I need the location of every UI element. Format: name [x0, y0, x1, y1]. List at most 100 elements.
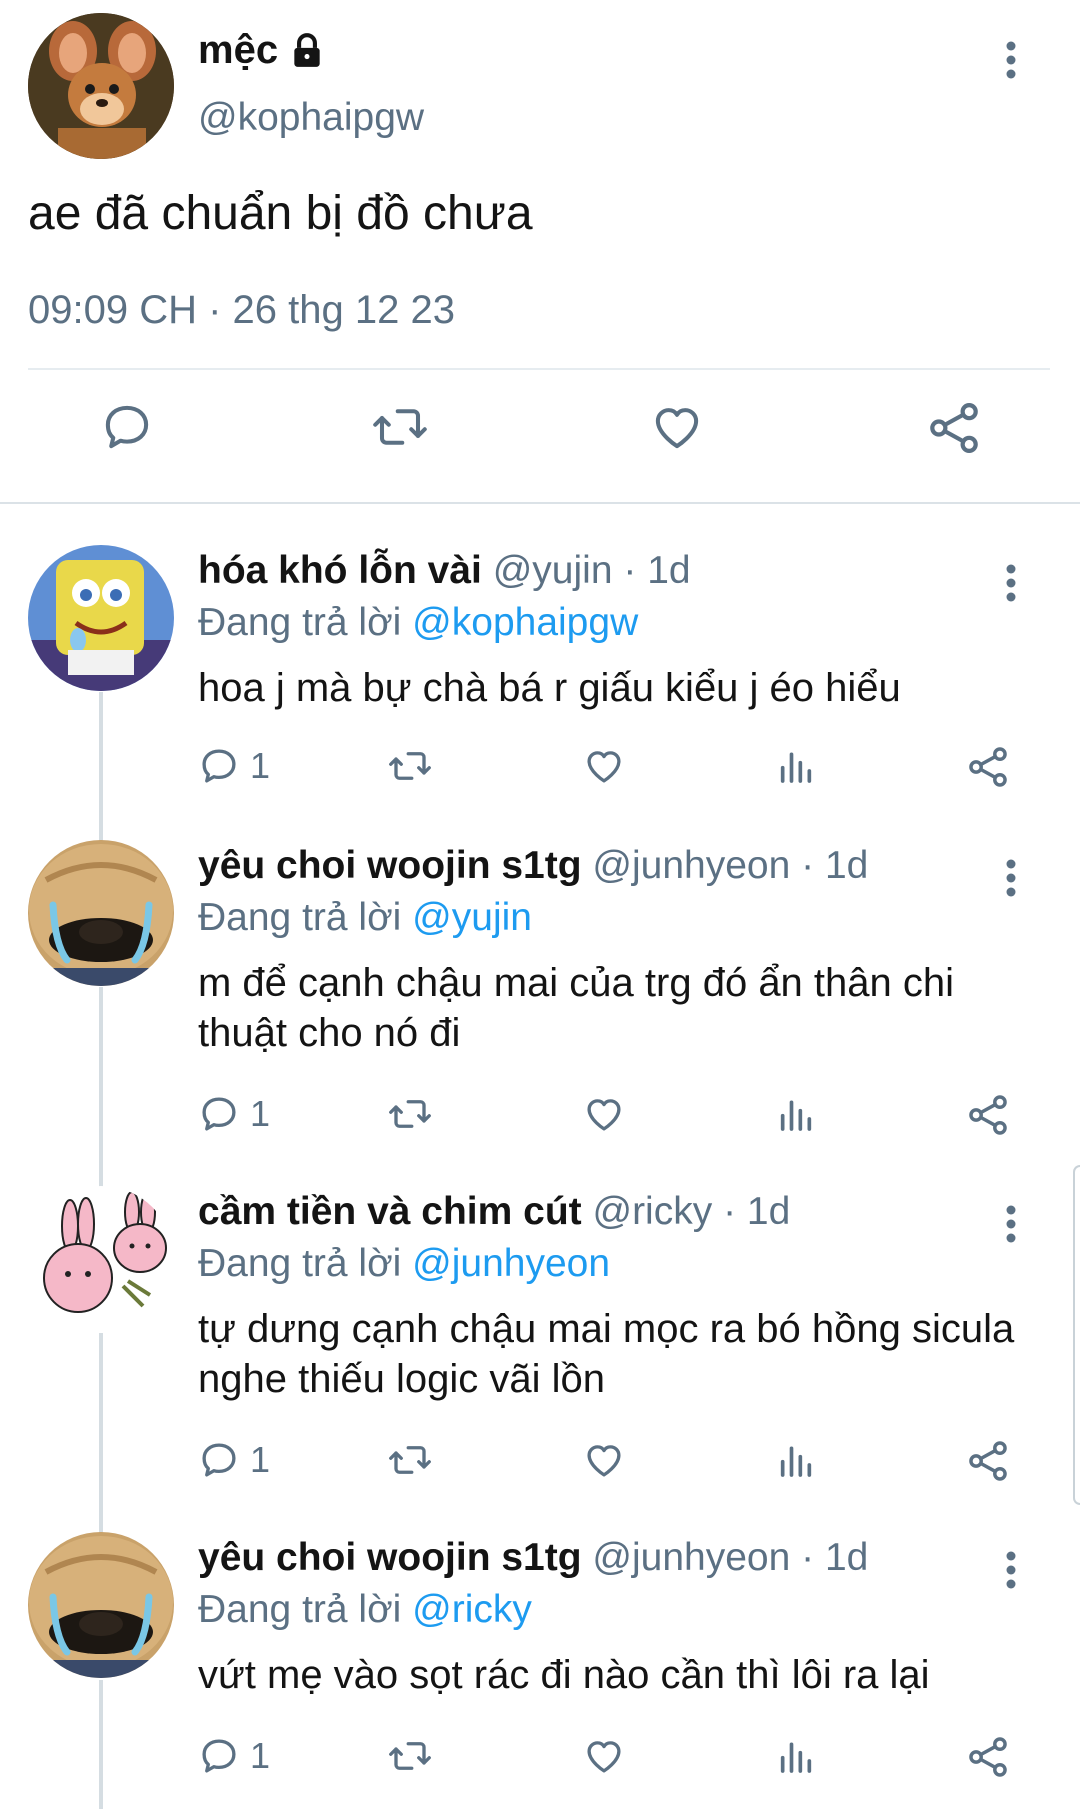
share-icon	[930, 403, 978, 453]
divider	[28, 368, 1050, 370]
section-divider	[0, 502, 1080, 504]
crying-dog-avatar-icon	[28, 1532, 174, 1678]
more-options-icon[interactable]	[1005, 563, 1017, 603]
like-button[interactable]	[583, 745, 625, 787]
user-handle[interactable]: @ricky	[592, 1190, 712, 1233]
share-button[interactable]	[966, 745, 1010, 789]
display-name[interactable]: mệc	[198, 28, 326, 73]
reply-actions: 1	[0, 1439, 1080, 1489]
more-options-icon[interactable]	[1005, 858, 1017, 898]
reply-icon	[202, 1443, 236, 1477]
reply-actions: 1	[0, 745, 1080, 795]
share-button[interactable]	[966, 1093, 1010, 1137]
like-button[interactable]	[583, 1439, 625, 1481]
share-icon	[969, 747, 1007, 787]
reply-icon	[202, 1097, 236, 1131]
replying-to: Đang trả lời @junhyeon	[198, 1242, 610, 1286]
analytics-icon	[780, 1100, 812, 1131]
more-options-icon[interactable]	[1005, 40, 1017, 80]
reply-tweet[interactable]: hóa khó lỗn vài @yujin · 1d Đang trả lời…	[0, 545, 1080, 805]
display-name[interactable]: yêu choi woojin s1tg	[198, 844, 582, 887]
replying-to-label: Đang trả lời	[198, 1588, 413, 1631]
retweet-button[interactable]	[386, 1439, 434, 1481]
reply-time: · 1d	[723, 1190, 791, 1233]
reply-time: · 1d	[801, 1536, 869, 1579]
heart-icon	[655, 408, 699, 449]
avatar[interactable]	[28, 840, 174, 986]
reply-count: 1	[250, 1439, 271, 1480]
retweet-icon	[373, 409, 427, 445]
more-options-icon[interactable]	[1005, 1550, 1017, 1590]
analytics-button[interactable]	[776, 1735, 816, 1777]
avatar[interactable]	[28, 1186, 174, 1332]
user-handle[interactable]: @junhyeon	[592, 844, 790, 887]
share-button[interactable]	[926, 400, 982, 456]
mention-link[interactable]: @ricky	[412, 1588, 532, 1631]
reply-count: 1	[250, 1093, 271, 1134]
retweet-button[interactable]	[386, 745, 434, 787]
analytics-button[interactable]	[776, 745, 816, 787]
reply-text: hoa j mà bự chà bá r giấu kiểu j éo hiểu	[198, 666, 901, 710]
user-handle[interactable]: @yujin	[493, 549, 613, 592]
user-handle[interactable]: @junhyeon	[592, 1536, 790, 1579]
display-name[interactable]: cầm tiền và chim cút	[198, 1190, 582, 1233]
lock-icon	[294, 32, 320, 67]
heart-icon	[587, 1741, 621, 1773]
replying-to: Đang trả lời @kophaipgw	[198, 601, 638, 645]
user-handle[interactable]: @kophaipgw	[198, 96, 424, 140]
reply-actions: 1	[0, 1735, 1080, 1785]
reply-button[interactable]: 1	[198, 745, 270, 787]
analytics-icon	[780, 1742, 812, 1773]
retweet-button[interactable]	[370, 400, 430, 454]
like-button[interactable]	[583, 1093, 625, 1135]
analytics-button[interactable]	[776, 1093, 816, 1135]
spongebob-avatar-icon	[28, 545, 174, 691]
jerry-mouse-icon	[28, 13, 174, 159]
replying-to: Đang trả lời @yujin	[198, 896, 532, 940]
retweet-icon	[389, 1100, 431, 1128]
tweet-timestamp[interactable]: 09:09 CH · 26 thg 12 23	[28, 288, 455, 333]
avatar[interactable]	[28, 1532, 174, 1678]
reply-tweet[interactable]: cầm tiền và chim cút @ricky · 1d Đang tr…	[0, 1186, 1080, 1486]
reply-time: · 1d	[801, 844, 869, 887]
mention-link[interactable]: @kophaipgw	[412, 601, 638, 644]
retweet-icon	[389, 752, 431, 780]
replying-to-label: Đang trả lời	[198, 896, 413, 939]
more-options-icon[interactable]	[1005, 1204, 1017, 1244]
analytics-icon	[780, 752, 812, 783]
share-icon	[969, 1095, 1007, 1135]
analytics-button[interactable]	[776, 1439, 816, 1481]
reply-button[interactable]	[100, 400, 154, 454]
retweet-icon	[389, 1446, 431, 1474]
reply-tweet[interactable]: yêu choi woojin s1tg @junhyeon · 1d Đang…	[0, 1532, 1080, 1809]
reply-text: m để cạnh chậu mai của trg đó ẩn thân ch…	[198, 961, 955, 1055]
share-button[interactable]	[966, 1735, 1010, 1779]
reply-tweet[interactable]: yêu choi woojin s1tg @junhyeon · 1d Đang…	[0, 840, 1080, 1140]
heart-icon	[587, 751, 621, 783]
share-button[interactable]	[966, 1439, 1010, 1483]
reply-button[interactable]: 1	[198, 1093, 270, 1135]
reply-button[interactable]: 1	[198, 1735, 270, 1777]
display-name[interactable]: yêu choi woojin s1tg	[198, 1536, 582, 1579]
avatar[interactable]	[28, 545, 174, 691]
reply-icon	[202, 1739, 236, 1773]
display-name[interactable]: hóa khó lỗn vài	[198, 549, 482, 592]
reply-header: hóa khó lỗn vài @yujin · 1d	[198, 549, 990, 593]
reply-button[interactable]: 1	[198, 1439, 270, 1481]
reply-time: · 1d	[623, 549, 691, 592]
retweet-button[interactable]	[386, 1735, 434, 1777]
like-button[interactable]	[650, 400, 704, 454]
mention-link[interactable]: @yujin	[412, 896, 532, 939]
avatar[interactable]	[28, 13, 174, 159]
reply-header: cầm tiền và chim cút @ricky · 1d	[198, 1190, 990, 1234]
replying-to-label: Đang trả lời	[198, 1242, 413, 1285]
tweet-text: ae đã chuẩn bị đồ chưa	[28, 187, 533, 240]
like-button[interactable]	[583, 1735, 625, 1777]
mention-link[interactable]: @junhyeon	[412, 1242, 610, 1285]
share-icon	[969, 1737, 1007, 1777]
reply-icon	[105, 405, 149, 449]
retweet-button[interactable]	[386, 1093, 434, 1135]
share-icon	[969, 1441, 1007, 1481]
heart-icon	[587, 1445, 621, 1477]
reply-count: 1	[250, 1735, 271, 1776]
